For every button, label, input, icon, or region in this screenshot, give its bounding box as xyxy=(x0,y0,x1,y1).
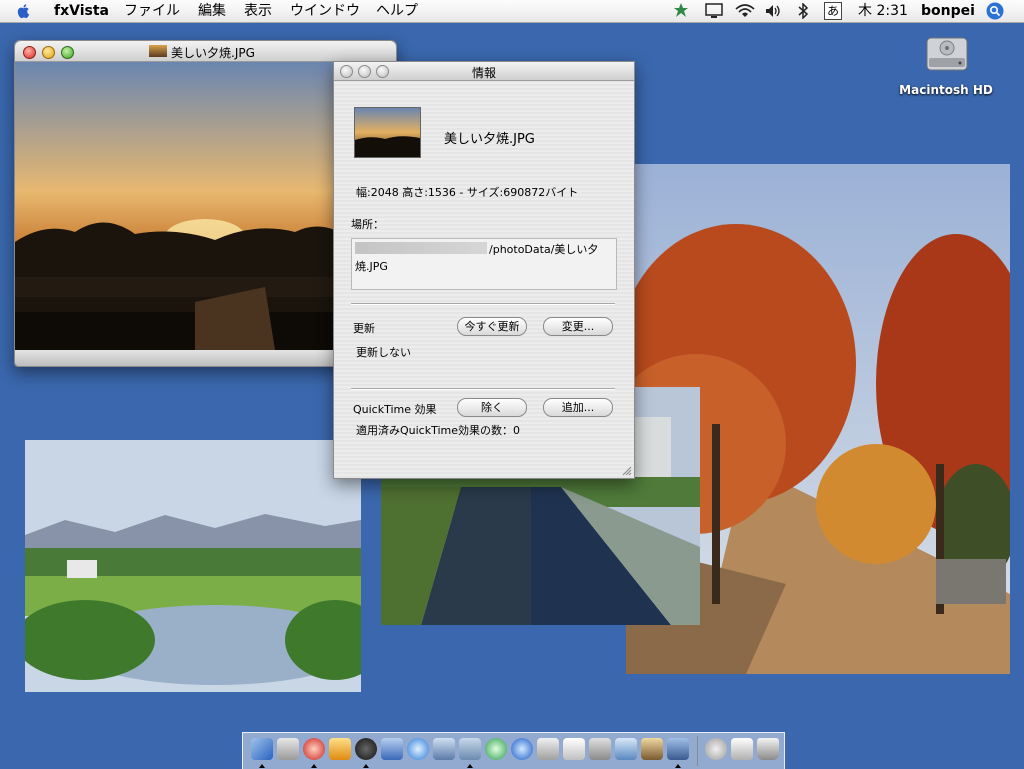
separator-2 xyxy=(351,388,615,390)
opera-icon[interactable] xyxy=(303,738,325,760)
menu-help[interactable]: ヘルプ xyxy=(376,3,418,19)
info-path-line2: 焼.JPG xyxy=(355,260,388,273)
finder-icon[interactable] xyxy=(251,738,273,760)
documents-icon[interactable] xyxy=(731,738,753,760)
fxvista-icon[interactable] xyxy=(355,738,377,760)
menubar-user[interactable]: bonpei xyxy=(921,3,975,19)
opera-running-indicator xyxy=(311,764,317,768)
disk-icon[interactable] xyxy=(705,738,727,760)
photo-thumb-icon[interactable] xyxy=(641,738,663,760)
info-thumbnail xyxy=(354,107,421,158)
photo-park-pond[interactable] xyxy=(25,440,361,692)
bluetooth-icon[interactable] xyxy=(797,3,809,19)
system-prefs-icon[interactable] xyxy=(277,738,299,760)
menu-window[interactable]: ウインドウ xyxy=(290,3,360,19)
menu-file[interactable]: ファイル xyxy=(124,3,180,19)
volume-icon[interactable] xyxy=(764,3,782,19)
dock xyxy=(242,732,785,769)
apple-menu-icon[interactable] xyxy=(16,3,32,19)
park-photo-image xyxy=(25,440,361,692)
iphoto-icon[interactable] xyxy=(433,738,455,760)
info-dimensions: 幅:2048 高さ:1536 - サイズ:690872バイト xyxy=(356,186,579,199)
info-path-line1: /photoData/美しい夕 xyxy=(489,243,599,256)
info-window: 情報 美しい夕焼.JPG 幅:2048 高さ:1536 - サイズ:690872… xyxy=(333,61,635,479)
preview-app-icon[interactable] xyxy=(537,738,559,760)
preview-running-indicator xyxy=(467,764,473,768)
viewer-title: 美しい夕焼.JPG xyxy=(171,46,255,60)
change-button[interactable]: 変更... xyxy=(543,317,613,336)
remove-effect-button[interactable]: 除く xyxy=(457,398,527,417)
path-redacted xyxy=(355,242,487,254)
print-center-icon[interactable] xyxy=(589,738,611,760)
info-update-status: 更新しない xyxy=(356,346,411,359)
viewer-minimize-button[interactable] xyxy=(42,46,55,59)
itunes-icon[interactable] xyxy=(485,738,507,760)
safari-icon[interactable] xyxy=(407,738,429,760)
mail-app-icon[interactable] xyxy=(381,738,403,760)
hd-label: Macintosh HD xyxy=(899,83,993,97)
info-titlebar[interactable]: 情報 xyxy=(334,62,634,81)
menu-view[interactable]: 表示 xyxy=(244,3,272,19)
info-update-label: 更新 xyxy=(353,322,375,335)
finder-running-indicator xyxy=(259,764,265,768)
info-location-label: 場所： xyxy=(351,218,384,231)
dock-divider xyxy=(697,736,698,766)
macintosh-hd[interactable]: Macintosh HD xyxy=(896,30,996,102)
viewer-close-button[interactable] xyxy=(23,46,36,59)
viewer-titlebar[interactable]: 美しい夕焼.JPG xyxy=(15,41,396,62)
info-title: 情報 xyxy=(471,66,496,80)
info-quicktime-label: QuickTime 効果 xyxy=(353,403,437,416)
network-icon[interactable] xyxy=(615,738,637,760)
menu-app-name[interactable]: fxVista xyxy=(54,3,109,19)
info-file-name: 美しい夕焼.JPG xyxy=(444,132,535,147)
add-effect-button[interactable]: 追加... xyxy=(543,398,613,417)
quicktime-icon[interactable] xyxy=(511,738,533,760)
menu-edit[interactable]: 編集 xyxy=(198,3,226,19)
separator-1 xyxy=(351,303,615,305)
info-path-field[interactable]: /photoData/美しい夕 焼.JPG xyxy=(351,238,617,290)
trash-icon[interactable] xyxy=(757,738,779,760)
display-icon[interactable] xyxy=(705,3,723,19)
g-app-icon[interactable] xyxy=(329,738,351,760)
hard-disk-icon xyxy=(926,37,968,71)
window-running-indicator xyxy=(675,764,681,768)
resize-grip-icon[interactable] xyxy=(622,466,632,476)
viewer-zoom-button[interactable] xyxy=(61,46,74,59)
viewer-proxy-icon[interactable] xyxy=(149,45,167,57)
spotlight-search-icon[interactable] xyxy=(986,2,1004,20)
input-method-icon[interactable]: あ xyxy=(824,2,842,20)
update-now-button[interactable]: 今すぐ更新 xyxy=(457,317,527,336)
airport-icon[interactable] xyxy=(734,3,756,19)
fxvista-running-indicator xyxy=(363,764,369,768)
photo-sunset[interactable] xyxy=(15,62,335,350)
info-quicktime-count: 適用済みQuickTime効果の数：0 xyxy=(356,424,521,437)
leaf-menulet-icon[interactable] xyxy=(672,2,690,20)
preview-icon[interactable] xyxy=(459,738,481,760)
menubar-clock[interactable]: 木 2:31 xyxy=(858,3,908,19)
window-thumb-icon[interactable] xyxy=(667,738,689,760)
menu-bar: fxVista ファイル 編集 表示 ウインドウ ヘルプ あ 木 2:31 bo… xyxy=(0,0,1024,23)
textedit-icon[interactable] xyxy=(563,738,585,760)
sunset-photo-image xyxy=(15,62,335,350)
